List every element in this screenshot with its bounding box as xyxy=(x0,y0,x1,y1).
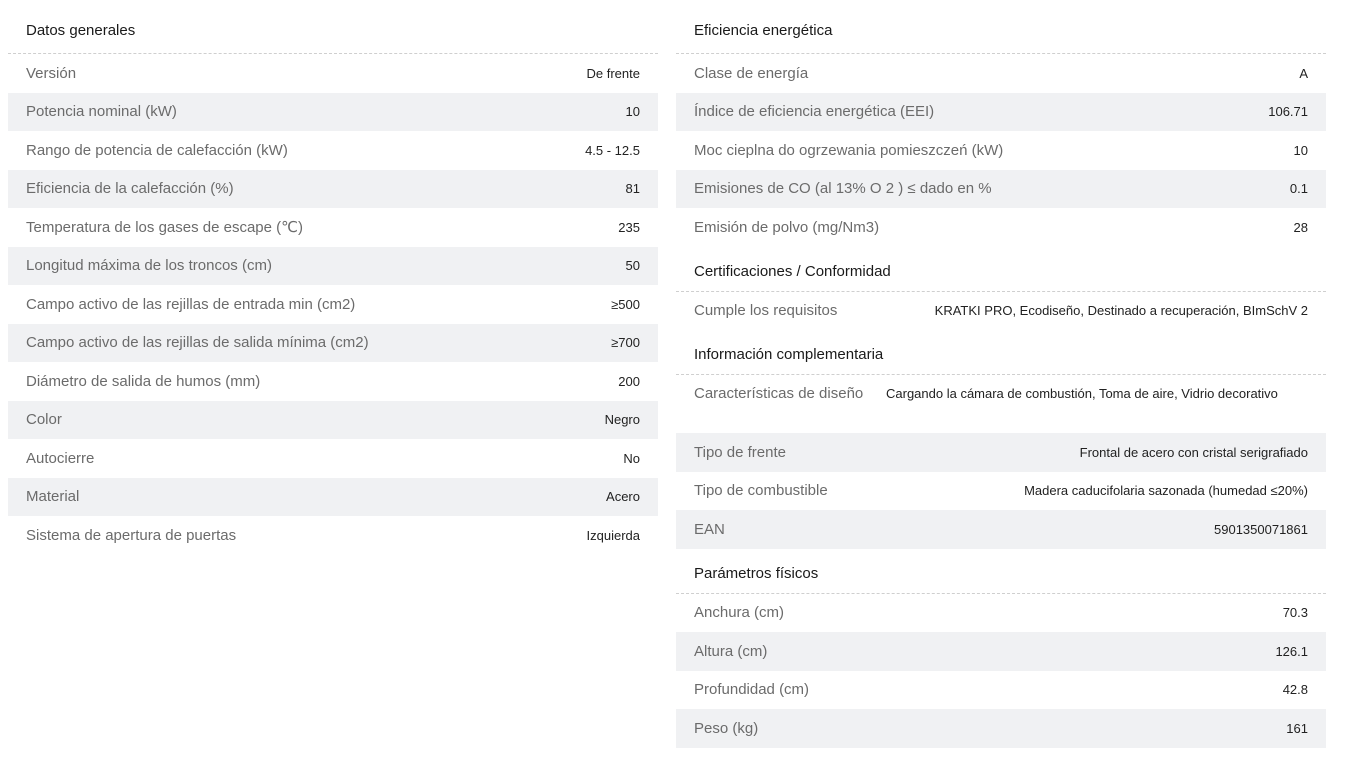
section-title: Certificaciones / Conformidad xyxy=(676,247,1326,292)
spec-value: Frontal de acero con cristal serigrafiad… xyxy=(1079,444,1308,460)
spec-label: Potencia nominal (kW) xyxy=(26,103,177,121)
spec-value: Acero xyxy=(606,489,640,505)
spec-label: Tipo de combustible xyxy=(694,482,828,500)
spec-row: Profundidad (cm) 42.8 xyxy=(676,671,1326,710)
section-title: Datos generales xyxy=(8,0,658,54)
spec-value: KRATKI PRO, Ecodiseño, Destinado a recup… xyxy=(934,303,1308,319)
spec-value: A xyxy=(1299,65,1308,81)
spec-row: Potencia nominal (kW) 10 xyxy=(8,92,658,131)
spec-value: 28 xyxy=(1293,219,1308,235)
spec-row: Campo activo de las rejillas de entrada … xyxy=(8,285,658,324)
spec-label: Sistema de apertura de puertas xyxy=(26,526,237,544)
spec-label: Campo activo de las rejillas de entrada … xyxy=(26,295,356,313)
spec-value: De frente xyxy=(586,65,640,81)
spec-value: 200 xyxy=(618,373,640,389)
spec-value: 106.71 xyxy=(1268,104,1308,120)
spec-label: Emisión de polvo (mg/Nm3) xyxy=(694,218,880,236)
spec-row: Versión De frente xyxy=(8,54,658,93)
spec-value: 81 xyxy=(625,181,640,197)
spec-value: Madera caducifolaria sazonada (humedad ≤… xyxy=(1024,483,1308,499)
spec-label: Profundidad (cm) xyxy=(694,681,810,699)
section-title: Información complementaria xyxy=(676,330,1326,375)
spec-row: Diámetro de salida de humos (mm) 200 xyxy=(8,362,658,401)
spec-row: Rango de potencia de calefacción (kW) 4.… xyxy=(8,131,658,170)
spec-label: Autocierre xyxy=(26,449,95,467)
spec-label: Campo activo de las rejillas de salida m… xyxy=(26,334,369,352)
spec-value: 5901350071861 xyxy=(1214,521,1308,537)
spec-value: 126.1 xyxy=(1275,643,1308,659)
spec-value: Negro xyxy=(604,412,640,428)
spec-label: Peso (kg) xyxy=(694,719,759,737)
spec-value: 10 xyxy=(625,104,640,120)
spec-value: 0.1 xyxy=(1289,181,1308,197)
spec-label: Índice de eficiencia energética (EEI) xyxy=(694,103,935,121)
spec-label: Versión xyxy=(26,64,77,82)
spec-label: Color xyxy=(26,411,62,429)
spec-value: ≥700 xyxy=(611,335,640,351)
spec-value: 4.5 - 12.5 xyxy=(585,142,640,158)
spec-row: Temperatura de los gases de escape (℃) 2… xyxy=(8,208,658,247)
spec-row: Clase de energía A xyxy=(676,54,1326,93)
spec-label: Material xyxy=(26,488,80,506)
spec-row: Eficiencia de la calefacción (%) 81 xyxy=(8,169,658,208)
spec-label: Características de diseño xyxy=(694,385,864,402)
spec-value: 50 xyxy=(625,258,640,274)
spec-value: 10 xyxy=(1293,142,1308,158)
spec-label: Emisiones de CO (al 13% O 2 ) ≤ dado en … xyxy=(694,180,992,198)
spec-row: Peso (kg) 161 xyxy=(676,709,1326,748)
general-data-section: Datos generales Versión De frente Potenc… xyxy=(8,0,658,555)
spec-row: Tipo de combustible Madera caducifolaria… xyxy=(676,472,1326,511)
section-title: Parámetros físicos xyxy=(676,549,1326,594)
spec-row: Cumple los requisitos KRATKI PRO, Ecodis… xyxy=(676,292,1326,331)
spec-label: Moc cieplna do ogrzewania pomieszczeń (k… xyxy=(694,141,1004,159)
spec-value: ≥500 xyxy=(611,296,640,312)
spec-row: Anchura (cm) 70.3 xyxy=(676,594,1326,633)
spec-value: Izquierda xyxy=(586,527,640,543)
complementary-info-section: Información complementaria Característic… xyxy=(676,330,1326,549)
spec-row: Campo activo de las rejillas de salida m… xyxy=(8,323,658,362)
spec-label: Rango de potencia de calefacción (kW) xyxy=(26,141,288,159)
spec-row: Altura (cm) 126.1 xyxy=(676,632,1326,671)
spec-label: Eficiencia de la calefacción (%) xyxy=(26,180,234,198)
spec-row: Emisiones de CO (al 13% O 2 ) ≤ dado en … xyxy=(676,169,1326,208)
spec-row: Características de diseño Cargando la cá… xyxy=(676,375,1326,433)
spec-label: Tipo de frente xyxy=(694,443,786,461)
spec-value: 70.3 xyxy=(1282,605,1308,621)
spec-row: Color Negro xyxy=(8,400,658,439)
spec-row: Autocierre No xyxy=(8,439,658,478)
spec-row: Moc cieplna do ogrzewania pomieszczeń (k… xyxy=(676,131,1326,170)
spec-row: Tipo de frente Frontal de acero con cris… xyxy=(676,433,1326,472)
spec-row: Sistema de apertura de puertas Izquierda xyxy=(8,516,658,555)
spec-label: Clase de energía xyxy=(694,64,809,82)
spec-label: Longitud máxima de los troncos (cm) xyxy=(26,257,272,275)
spec-value: Cargando la cámara de combustión, Toma d… xyxy=(886,386,1278,401)
energy-efficiency-section: Eficiencia energética Clase de energía A… xyxy=(676,0,1326,247)
spec-label: EAN xyxy=(694,520,725,538)
spec-label: Cumple los requisitos xyxy=(694,302,838,320)
spec-label: Altura (cm) xyxy=(694,642,768,660)
spec-value: No xyxy=(623,450,640,466)
physical-parameters-section: Parámetros físicos Anchura (cm) 70.3 Alt… xyxy=(676,549,1326,748)
spec-row: Material Acero xyxy=(8,477,658,516)
details-column: Eficiencia energética Clase de energía A… xyxy=(676,0,1326,748)
spec-value: 235 xyxy=(618,219,640,235)
certifications-section: Certificaciones / Conformidad Cumple los… xyxy=(676,247,1326,331)
spec-label: Temperatura de los gases de escape (℃) xyxy=(26,219,303,237)
spec-row: Emisión de polvo (mg/Nm3) 28 xyxy=(676,208,1326,247)
spec-value: 42.8 xyxy=(1282,682,1308,698)
spec-row: Longitud máxima de los troncos (cm) 50 xyxy=(8,246,658,285)
section-title: Eficiencia energética xyxy=(676,0,1326,54)
spec-value: 161 xyxy=(1286,720,1308,736)
spec-row: EAN 5901350071861 xyxy=(676,510,1326,549)
spec-label: Diámetro de salida de humos (mm) xyxy=(26,372,261,390)
spec-row: Índice de eficiencia energética (EEI) 10… xyxy=(676,92,1326,131)
spec-label: Anchura (cm) xyxy=(694,604,785,622)
